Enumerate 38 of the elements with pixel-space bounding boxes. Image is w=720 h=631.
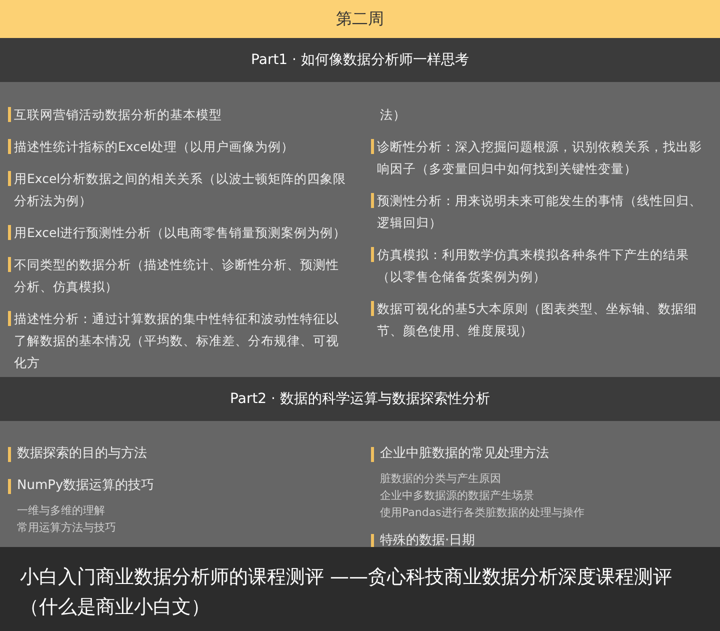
list-marker bbox=[8, 311, 11, 326]
list-marker bbox=[8, 225, 11, 240]
topic-text: 预测性分析：用来说明未来可能发生的事情（线性回归、逻辑回归） bbox=[377, 192, 703, 232]
topic-text: 企业中脏数据的常见处理方法 bbox=[380, 445, 549, 463]
subtopic-text: 常用运算方法与技巧 bbox=[17, 520, 117, 536]
topic-text: 用Excel分析数据之间的相关关系（以波士顿矩阵的四象限分析法为例） bbox=[14, 170, 348, 210]
list-marker bbox=[8, 257, 11, 272]
topic-text: 特殊的数据·日期 bbox=[380, 532, 476, 547]
subtopic-text: 企业中多数据源的数据产生场景 bbox=[380, 488, 535, 504]
list-marker bbox=[8, 446, 11, 462]
week-header: 第二周 bbox=[0, 0, 720, 38]
list-marker bbox=[371, 301, 374, 316]
topic-text: 诊断性分析：深入挖掘问题根源，识别依赖关系，找出影响因子（多变量回归中如何找到关键性变量） bbox=[377, 138, 703, 178]
topic-text: NumPy数据运算的技巧 bbox=[17, 477, 154, 495]
subtopic-text: 一维与多维的理解 bbox=[17, 503, 106, 519]
topic-text: 互联网营销活动数据分析的基本模型 bbox=[14, 106, 223, 124]
topic-text: 不同类型的数据分析（描述性统计、诊断性分析、预测性分析、仿真模拟） bbox=[14, 256, 340, 296]
section-title-bar: Part1 · 如何像数据分析师一样思考 bbox=[0, 38, 720, 82]
topic-text: 仿真模拟：利用数学仿真来模拟各种条件下产生的结果（以零售仓储备货案例为例） bbox=[377, 246, 690, 286]
caption-text: 小白入门商业数据分析师的课程测评 ——贪心科技商业数据分析深度课程测评（什么是商业小白文） bbox=[20, 565, 674, 620]
topic-text: 法） bbox=[380, 106, 407, 124]
list-marker bbox=[371, 446, 374, 462]
topic-text: 用Excel进行预测性分析（以电商零售销量预测案例为例） bbox=[14, 224, 348, 242]
topic-text: 数据可视化的基5大本原则（图表类型、坐标轴、数据细节、颜色使用、维度展现） bbox=[377, 300, 698, 340]
subtopic-text: 脏数据的分类与产生原因 bbox=[380, 471, 502, 487]
list-marker bbox=[8, 107, 11, 122]
topic-text: 描述性统计指标的Excel处理（以用户画像为例） bbox=[14, 138, 296, 156]
list-marker bbox=[371, 247, 374, 262]
list-marker bbox=[8, 171, 11, 186]
section-title-bar: Part2 · 数据的科学运算与数据探索性分析 bbox=[0, 377, 720, 421]
list-marker bbox=[371, 139, 374, 154]
topic-text: 数据探索的目的与方法 bbox=[17, 445, 147, 463]
subtopic-text: 使用Pandas进行各类脏数据的处理与操作 bbox=[380, 505, 586, 521]
list-marker bbox=[371, 193, 374, 208]
topic-text: 描述性分析：通过计算数据的集中性特征和波动性特征以了解数据的基本情况（平均数、标准差、分布规律、可视化方 bbox=[14, 310, 340, 372]
list-marker bbox=[371, 534, 374, 547]
list-marker bbox=[8, 478, 11, 494]
list-marker bbox=[8, 139, 11, 154]
